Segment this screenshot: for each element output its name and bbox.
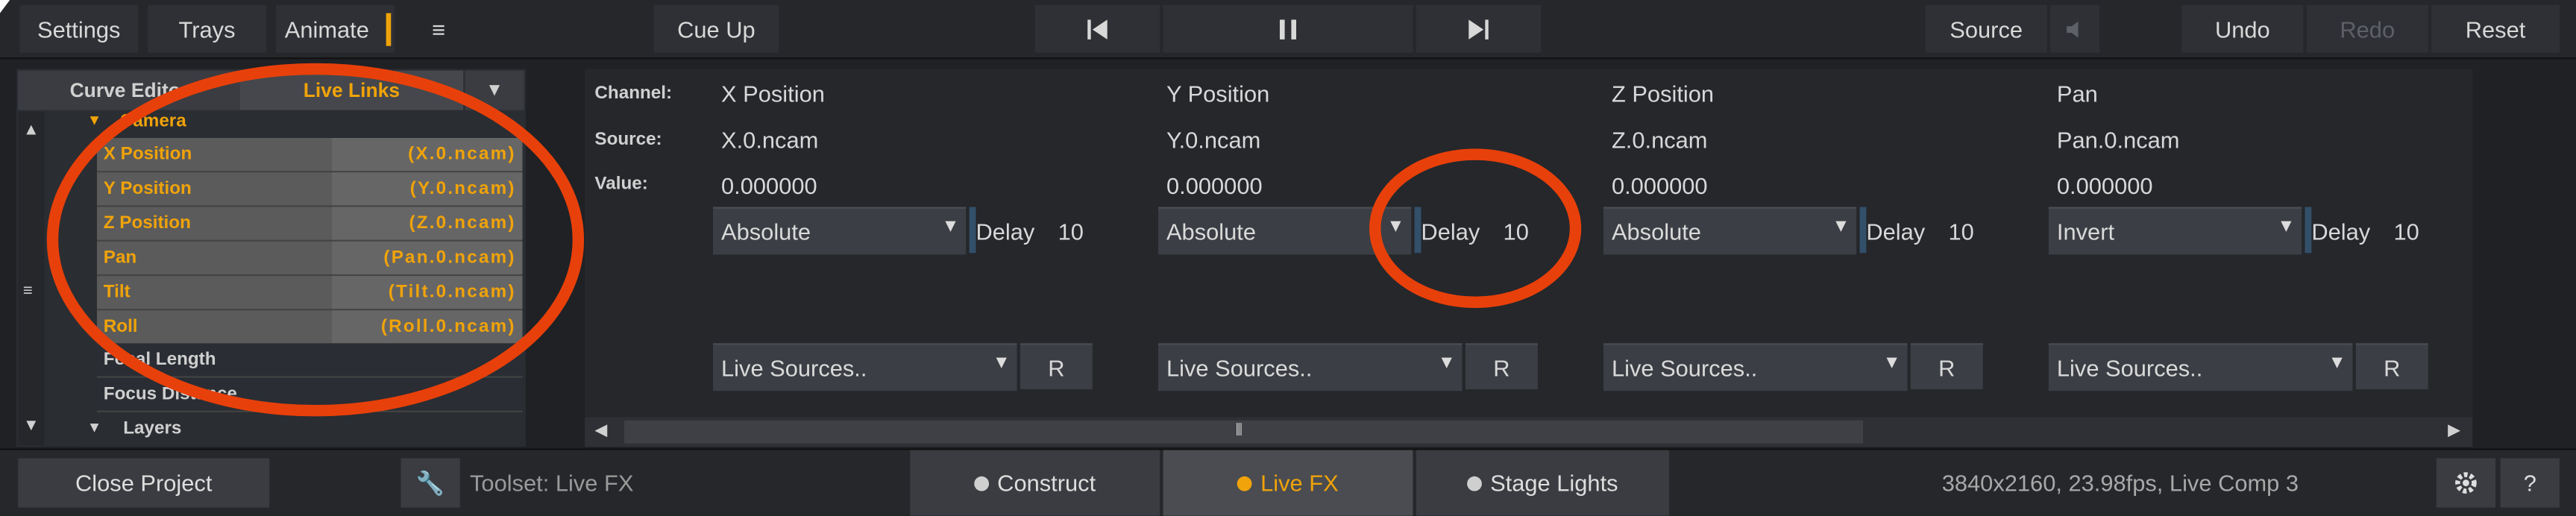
- cursor-icon: [0, 0, 10, 13]
- annotation-overlay: [46, 63, 1582, 417]
- annotation-ellipse-delay: [1369, 148, 1582, 309]
- annotation-ellipse-left: [46, 63, 585, 417]
